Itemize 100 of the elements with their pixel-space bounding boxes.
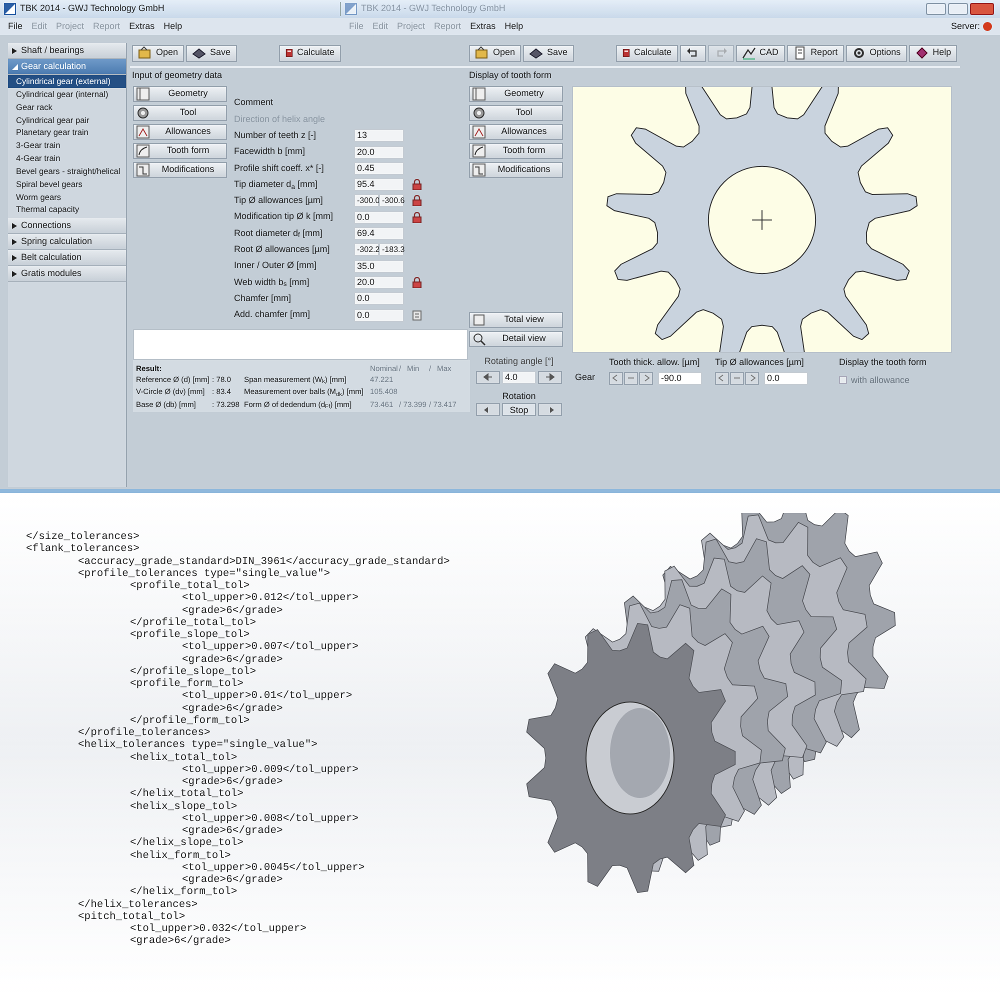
sidebar-item[interactable]: 3-Gear train [8,139,126,152]
sidebar-section[interactable]: Gear calculation [8,59,126,75]
input-field[interactable]: -300.0 [354,194,379,208]
input-field[interactable]: 0.0 [354,292,404,306]
sidebar-section[interactable]: Spring calculation [8,234,126,250]
input-field[interactable]: 0.0 [354,210,404,224]
control-label: Rotating angle [°] [484,355,554,368]
panel-button[interactable]: Modifications [133,162,227,178]
field-label: Chamfer [mm] [234,292,292,305]
panel-button[interactable]: Allowances [469,124,563,140]
toolbar-button[interactable]: Save [186,44,237,62]
reset-button[interactable] [730,372,744,384]
panel-button[interactable]: Geometry [469,86,563,102]
stop-button[interactable]: Stop [502,403,536,416]
folder-icon [475,46,489,60]
field-label: Tip diameter d$_{a}$ [mm] [234,178,318,192]
panel-button[interactable]: Tooth form [133,143,227,159]
sidebar-section[interactable]: Shaft / bearings [8,43,126,59]
padlock-icon [412,212,422,223]
view-button[interactable]: Total view [469,312,563,328]
panel-heading: Input of geometry data [132,69,222,82]
field-label: Direction of helix angle [234,112,326,126]
undo-button[interactable] [680,44,706,62]
decrease-button[interactable] [715,372,729,384]
input-field[interactable]: 0.0 [354,308,404,322]
code-line: <grade>6</grade> [129,935,232,948]
rotate-right-button[interactable] [538,370,562,384]
toolbar-button[interactable]: Options [846,44,907,62]
sidebar-item[interactable]: Gear rack [8,100,126,114]
sidebar-item[interactable]: Bevel gears - straight/helical [8,164,126,178]
menu-item[interactable]: File [8,20,23,34]
input-field[interactable]: 69.4 [354,227,404,240]
input-field[interactable]: -300.6 [379,194,404,208]
sidebar-section[interactable]: Gratis modules [8,266,126,282]
input-field[interactable]: -90.0 [658,372,702,384]
sidebar-section[interactable]: Connections [8,218,126,234]
code-line: <grade>6</grade> [181,654,284,666]
toolbar-button[interactable]: Open [469,44,522,62]
sidebar-section[interactable]: Belt calculation [8,250,126,266]
input-field[interactable]: 95.4 [354,178,404,192]
arrow-right-icon [545,373,555,381]
window-title: TBK 2014 - GWJ Technology GmbH [361,2,506,16]
panel-button[interactable]: Allowances [133,124,227,140]
step-forward-button[interactable] [538,403,562,416]
input-field[interactable]: 20.0 [354,146,404,159]
code-line: <grade>6</grade> [181,874,284,886]
increase-button[interactable] [639,372,653,384]
code-line: <tol_upper>0.032</tol_upper> [129,923,308,935]
toolbar-button[interactable]: Report [786,44,844,62]
decrease-button[interactable] [609,372,623,384]
toolbar-button[interactable]: Help [908,44,958,62]
collapsed-triangle-icon [12,48,18,54]
sidebar-item[interactable]: Thermal capacity [8,203,126,216]
input-field[interactable]: 4.0 [502,370,536,384]
rotate-left-button[interactable] [476,370,500,384]
panel-button[interactable]: Tool [469,105,563,121]
panel-icon [136,87,150,101]
input-field[interactable]: 0.45 [354,162,404,175]
input-field[interactable]: 13 [354,129,404,142]
menu-item[interactable]: Help [504,20,524,34]
menu-item[interactable]: Extras [470,20,496,34]
sidebar-item[interactable]: Cylindrical gear (internal) [8,88,126,101]
field-label: Add. chamfer [mm] [234,308,312,322]
panel-button[interactable]: Tooth form [469,143,563,159]
collapsed-triangle-icon [12,270,18,277]
toolbar-button[interactable]: Calculate [278,44,341,62]
input-field[interactable]: 20.0 [354,276,404,289]
maximize-button[interactable] [948,3,968,15]
close-button[interactable] [970,3,994,15]
code-line: <pitch_total_tol> [77,910,186,923]
input-field[interactable]: 35.0 [354,260,404,273]
toolbar-button[interactable]: Calculate [616,44,678,62]
code-line: </profile_form_tol> [129,714,251,727]
panel-button[interactable]: Modifications [469,162,563,178]
sidebar-item[interactable]: Spiral bevel gears [8,178,126,191]
increase-button[interactable] [745,372,759,384]
input-field[interactable]: -183.3 [379,243,404,256]
sidebar-item[interactable]: Planetary gear train [8,126,126,140]
panel-button[interactable]: Tool [133,105,227,121]
reset-button[interactable] [624,372,638,384]
menu-item[interactable]: Extras [129,20,155,34]
toolbar-button[interactable]: Save [523,44,574,62]
step-back-button[interactable] [476,403,500,416]
sidebar-item[interactable]: Cylindrical gear (external) [8,75,126,88]
field-label: Root Ø allowances [µm] [234,243,331,256]
code-line: </profile_slope_tol> [129,666,258,678]
sidebar-item[interactable]: Cylindrical gear pair [8,114,126,126]
input-field[interactable]: 0.0 [764,372,808,384]
collapsed-triangle-icon [12,238,18,245]
sidebar-item[interactable]: Worm gears [8,190,126,204]
input-field[interactable]: -302.2 [354,243,379,256]
toolbar-button[interactable]: CAD [736,44,785,62]
control-label: Tooth thick. allow. [µm] [609,356,701,369]
code-line: <grade>6</grade> [181,702,284,715]
menu-item[interactable]: Help [164,20,182,34]
panel-button[interactable]: Geometry [133,86,227,102]
toolbar-button[interactable]: Open [132,44,184,62]
minimize-button[interactable] [926,3,946,15]
sidebar-item[interactable]: 4-Gear train [8,152,126,165]
view-button[interactable]: Detail view [469,331,563,347]
